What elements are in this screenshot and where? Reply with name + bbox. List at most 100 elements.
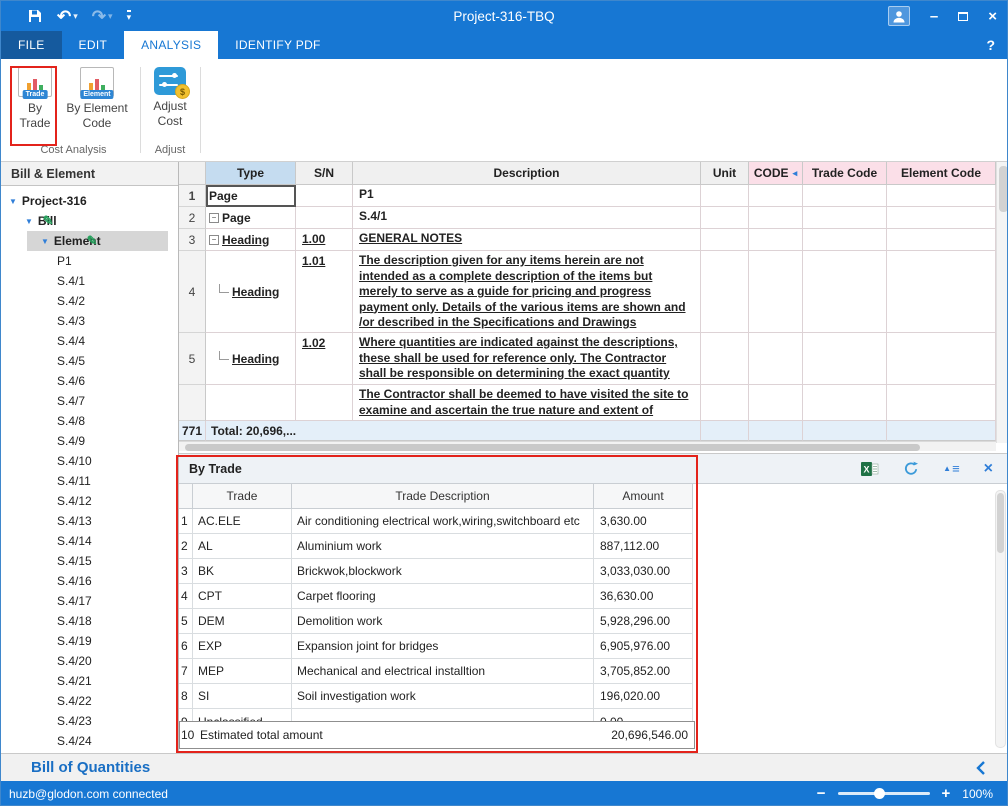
column-header-type[interactable]: Type xyxy=(206,162,296,185)
description-cell[interactable]: The description given for any items here… xyxy=(353,251,701,333)
sn-cell[interactable] xyxy=(296,385,353,421)
empty-cell[interactable] xyxy=(803,229,887,251)
trade-code-cell[interactable]: SI xyxy=(193,684,292,709)
sidebar-item-p1[interactable]: P1 xyxy=(1,251,178,271)
redo-button[interactable]: ↷ ▾ xyxy=(92,8,113,25)
trade-row-number[interactable]: 6 xyxy=(179,634,193,659)
close-button[interactable]: × xyxy=(988,9,997,24)
edit-pencil-icon[interactable]: ✎ xyxy=(87,233,98,249)
trade-code-cell[interactable]: Unclassified xyxy=(193,709,292,721)
empty-cell[interactable] xyxy=(749,251,803,333)
sidebar-item-s-4-12[interactable]: S.4/12 xyxy=(1,491,178,511)
undo-button[interactable]: ↶ ▾ xyxy=(57,8,78,25)
trade-description-cell[interactable] xyxy=(292,709,594,721)
sn-cell[interactable]: 1.01 xyxy=(296,251,353,333)
sidebar-item-s-4-7[interactable]: S.4/7 xyxy=(1,391,178,411)
row-number-cell[interactable]: 2 xyxy=(179,207,206,229)
sidebar-item-s-4-5[interactable]: S.4/5 xyxy=(1,351,178,371)
zoom-slider[interactable] xyxy=(838,792,930,795)
collapse-rows-button[interactable]: ▲ ≡ xyxy=(943,461,960,476)
empty-cell[interactable] xyxy=(803,207,887,229)
zoom-slider-knob[interactable] xyxy=(874,788,885,799)
vertical-scrollbar-thumb[interactable] xyxy=(999,166,1008,212)
empty-cell[interactable] xyxy=(749,207,803,229)
sidebar-item-s-4-10[interactable]: S.4/10 xyxy=(1,451,178,471)
trade-row-number[interactable]: 2 xyxy=(179,534,193,559)
type-cell[interactable]: Heading xyxy=(206,333,296,385)
sidebar-item-s-4-22[interactable]: S.4/22 xyxy=(1,691,178,711)
empty-cell[interactable] xyxy=(701,251,749,333)
empty-cell[interactable] xyxy=(749,185,803,207)
trade-code-cell[interactable]: AL xyxy=(193,534,292,559)
empty-cell[interactable] xyxy=(803,333,887,385)
sidebar-item-s-4-21[interactable]: S.4/21 xyxy=(1,671,178,691)
sidebar-item-element[interactable]: ▼Element✎ xyxy=(1,231,178,251)
trade-row-number[interactable]: 1 xyxy=(179,509,193,534)
sidebar-item-s-4-23[interactable]: S.4/23 xyxy=(1,711,178,731)
trade-description-cell[interactable]: Demolition work xyxy=(292,609,594,634)
sidebar-item-bill[interactable]: ▼Bill✎ xyxy=(1,211,178,231)
sidebar-item-s-4-16[interactable]: S.4/16 xyxy=(1,571,178,591)
empty-cell[interactable] xyxy=(887,333,996,385)
trade-amount-cell[interactable]: 5,928,296.00 xyxy=(594,609,693,634)
trade-row-number[interactable]: 8 xyxy=(179,684,193,709)
trade-code-cell[interactable]: AC.ELE xyxy=(193,509,292,534)
trade-row-number[interactable]: 4 xyxy=(179,584,193,609)
account-button[interactable] xyxy=(888,6,910,26)
trade-description-cell[interactable]: Soil investigation work xyxy=(292,684,594,709)
trade-code-cell[interactable]: DEM xyxy=(193,609,292,634)
edit-pencil-icon[interactable]: ✎ xyxy=(43,213,54,229)
horizontal-scrollbar-thumb[interactable] xyxy=(185,444,920,451)
empty-cell[interactable] xyxy=(803,385,887,421)
trade-description-cell[interactable]: Brickwok,blockwork xyxy=(292,559,594,584)
trade-row-number[interactable]: 5 xyxy=(179,609,193,634)
trade-description-cell[interactable]: Air conditioning electrical work,wiring,… xyxy=(292,509,594,534)
sidebar-item-s-4-4[interactable]: S.4/4 xyxy=(1,331,178,351)
sidebar-item-s-4-9[interactable]: S.4/9 xyxy=(1,431,178,451)
trade-row-number[interactable]: 7 xyxy=(179,659,193,684)
sidebar-item-s-4-19[interactable]: S.4/19 xyxy=(1,631,178,651)
zoom-out-button[interactable]: − xyxy=(817,785,826,802)
trade-column-header-trade-description[interactable]: Trade Description xyxy=(292,484,594,509)
row-number-cell[interactable]: 5 xyxy=(179,333,206,385)
sidebar-item-s-4-2[interactable]: S.4/2 xyxy=(1,291,178,311)
sidebar-item-s-4-14[interactable]: S.4/14 xyxy=(1,531,178,551)
panel-scrollbar-thumb[interactable] xyxy=(997,493,1004,553)
trade-amount-cell[interactable]: 0.00 xyxy=(594,709,693,721)
sidebar-item-s-4-15[interactable]: S.4/15 xyxy=(1,551,178,571)
type-cell[interactable]: Page xyxy=(206,185,296,207)
trade-row-number[interactable]: 9 xyxy=(179,709,193,721)
maximize-button[interactable] xyxy=(958,12,968,21)
zoom-in-button[interactable]: + xyxy=(942,785,951,802)
type-cell[interactable]: −Page xyxy=(206,207,296,229)
trade-code-cell[interactable]: EXP xyxy=(193,634,292,659)
save-button[interactable] xyxy=(27,8,43,24)
empty-cell[interactable] xyxy=(887,185,996,207)
trade-amount-cell[interactable]: 887,112.00 xyxy=(594,534,693,559)
minimize-button[interactable]: – xyxy=(930,9,938,24)
column-header-element-code[interactable]: Element Code xyxy=(887,162,996,185)
trade-description-cell[interactable]: Mechanical and electrical installtion xyxy=(292,659,594,684)
empty-cell[interactable] xyxy=(803,185,887,207)
trade-code-cell[interactable]: MEP xyxy=(193,659,292,684)
export-excel-button[interactable]: X xyxy=(861,461,879,477)
empty-cell[interactable] xyxy=(701,333,749,385)
trade-amount-cell[interactable]: 3,033,030.00 xyxy=(594,559,693,584)
sidebar-item-s-4-6[interactable]: S.4/6 xyxy=(1,371,178,391)
row-number-cell[interactable] xyxy=(179,385,206,421)
empty-cell[interactable] xyxy=(887,251,996,333)
row-number-cell[interactable]: 4 xyxy=(179,251,206,333)
tree-expander-icon[interactable]: ▼ xyxy=(41,237,49,246)
description-cell[interactable]: S.4/1 xyxy=(353,207,701,229)
trade-amount-cell[interactable]: 6,905,976.00 xyxy=(594,634,693,659)
empty-cell[interactable] xyxy=(701,207,749,229)
trade-column-header-trade[interactable]: Trade xyxy=(193,484,292,509)
sidebar-item-project-316[interactable]: ▼Project-316 xyxy=(1,191,178,211)
help-button[interactable]: ? xyxy=(986,31,995,59)
description-cell[interactable]: P1 xyxy=(353,185,701,207)
row-number-cell[interactable]: 3 xyxy=(179,229,206,251)
type-cell[interactable]: Heading xyxy=(206,251,296,333)
empty-cell[interactable] xyxy=(749,229,803,251)
trade-amount-cell[interactable]: 3,705,852.00 xyxy=(594,659,693,684)
trade-code-cell[interactable]: BK xyxy=(193,559,292,584)
